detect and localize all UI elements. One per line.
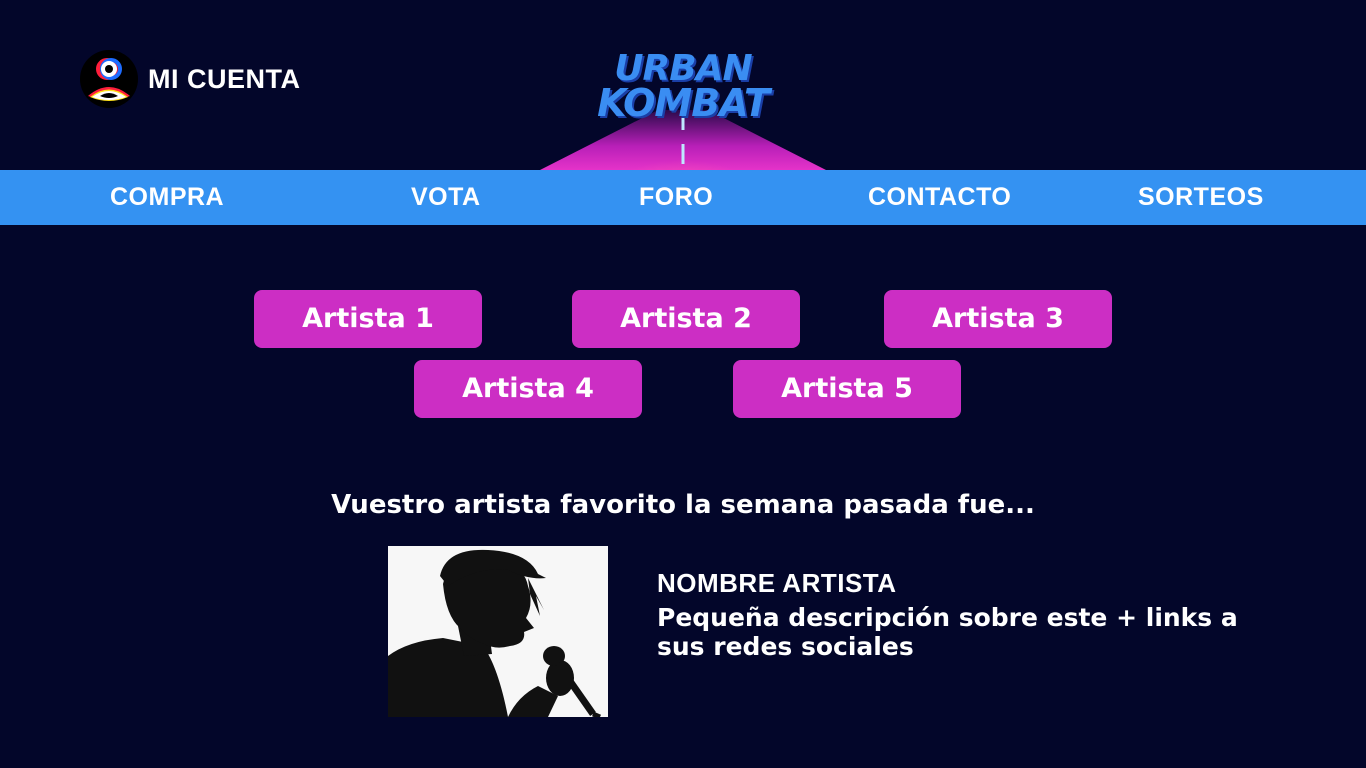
singer-silhouette-image	[388, 546, 608, 717]
artist-name: NOMBRE ARTISTA	[657, 568, 897, 598]
nav-item-sorteos[interactable]: SORTEOS	[1138, 170, 1264, 225]
artist-info: NOMBRE ARTISTA Pequeña descripción sobre…	[657, 568, 1307, 661]
artist-photo	[388, 546, 608, 717]
logo-text: URBAN KOMBAT	[540, 51, 826, 125]
account-link[interactable]: MI CUENTA	[80, 50, 301, 108]
account-label: MI CUENTA	[148, 63, 301, 94]
artist-button-5[interactable]: Artista 5	[733, 360, 961, 418]
artist-button-3[interactable]: Artista 3	[884, 290, 1112, 348]
artist-description: Pequeña descripción sobre este + links a…	[657, 603, 1238, 661]
artist-button-2[interactable]: Artista 2	[572, 290, 800, 348]
site-logo[interactable]: URBAN KOMBAT	[540, 40, 826, 170]
user-account-icon	[80, 50, 138, 108]
favorite-artist-heading: Vuestro artista favorito la semana pasad…	[331, 490, 1035, 520]
main-nav: COMPRA VOTA FORO CONTACTO SORTEOS	[0, 170, 1366, 225]
artist-button-4[interactable]: Artista 4	[414, 360, 642, 418]
nav-item-vota[interactable]: VOTA	[411, 170, 481, 225]
nav-item-compra[interactable]: COMPRA	[110, 170, 224, 225]
artist-button-1[interactable]: Artista 1	[254, 290, 482, 348]
nav-item-foro[interactable]: FORO	[639, 170, 713, 225]
nav-item-contacto[interactable]: CONTACTO	[868, 170, 1011, 225]
logo-line-2: KOMBAT	[597, 81, 770, 125]
